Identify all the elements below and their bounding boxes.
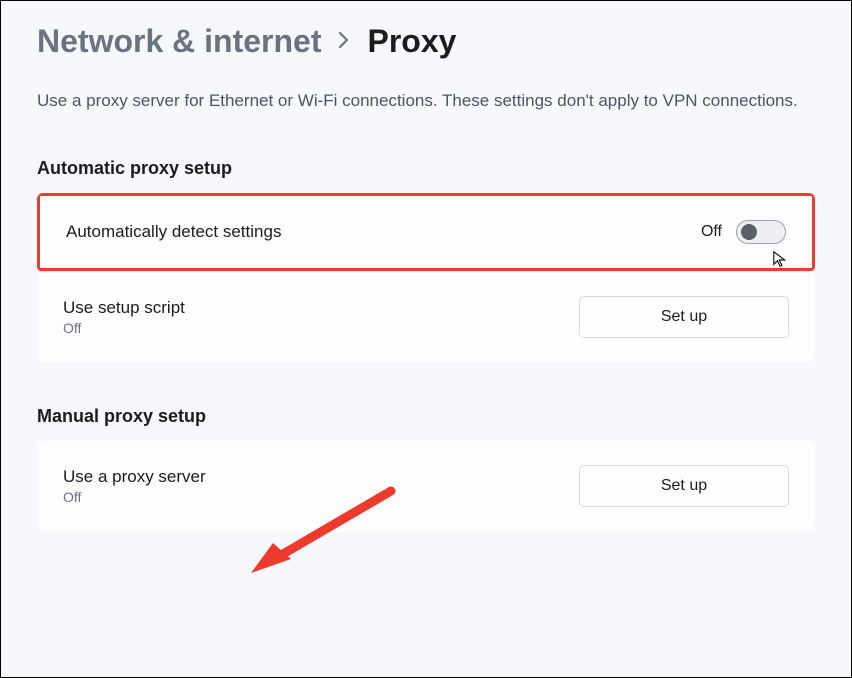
breadcrumb-parent[interactable]: Network & internet [37, 23, 321, 60]
toggle-knob [741, 224, 757, 240]
auto-detect-row: Automatically detect settings Off [37, 193, 815, 271]
setup-script-label: Use setup script [63, 298, 185, 318]
proxy-server-row: Use a proxy server Off Set up [37, 441, 815, 531]
cursor-icon [772, 250, 790, 268]
setup-script-button[interactable]: Set up [579, 296, 789, 338]
breadcrumb: Network & internet Proxy [37, 23, 815, 60]
setup-script-row: Use setup script Off Set up [37, 271, 815, 362]
automatic-proxy-heading: Automatic proxy setup [37, 158, 815, 179]
chevron-right-icon [337, 28, 351, 56]
breadcrumb-current: Proxy [367, 23, 456, 60]
proxy-server-button[interactable]: Set up [579, 465, 789, 507]
auto-detect-toggle[interactable] [736, 220, 786, 244]
page-description: Use a proxy server for Ethernet or Wi-Fi… [37, 88, 815, 114]
auto-detect-state: Off [701, 223, 722, 241]
proxy-server-label: Use a proxy server [63, 467, 206, 487]
proxy-server-state: Off [63, 489, 206, 505]
manual-proxy-group: Use a proxy server Off Set up [37, 441, 815, 531]
setup-script-state: Off [63, 320, 185, 336]
auto-detect-label: Automatically detect settings [66, 222, 281, 242]
automatic-proxy-group: Automatically detect settings Off Use se… [37, 193, 815, 362]
manual-proxy-heading: Manual proxy setup [37, 406, 815, 427]
